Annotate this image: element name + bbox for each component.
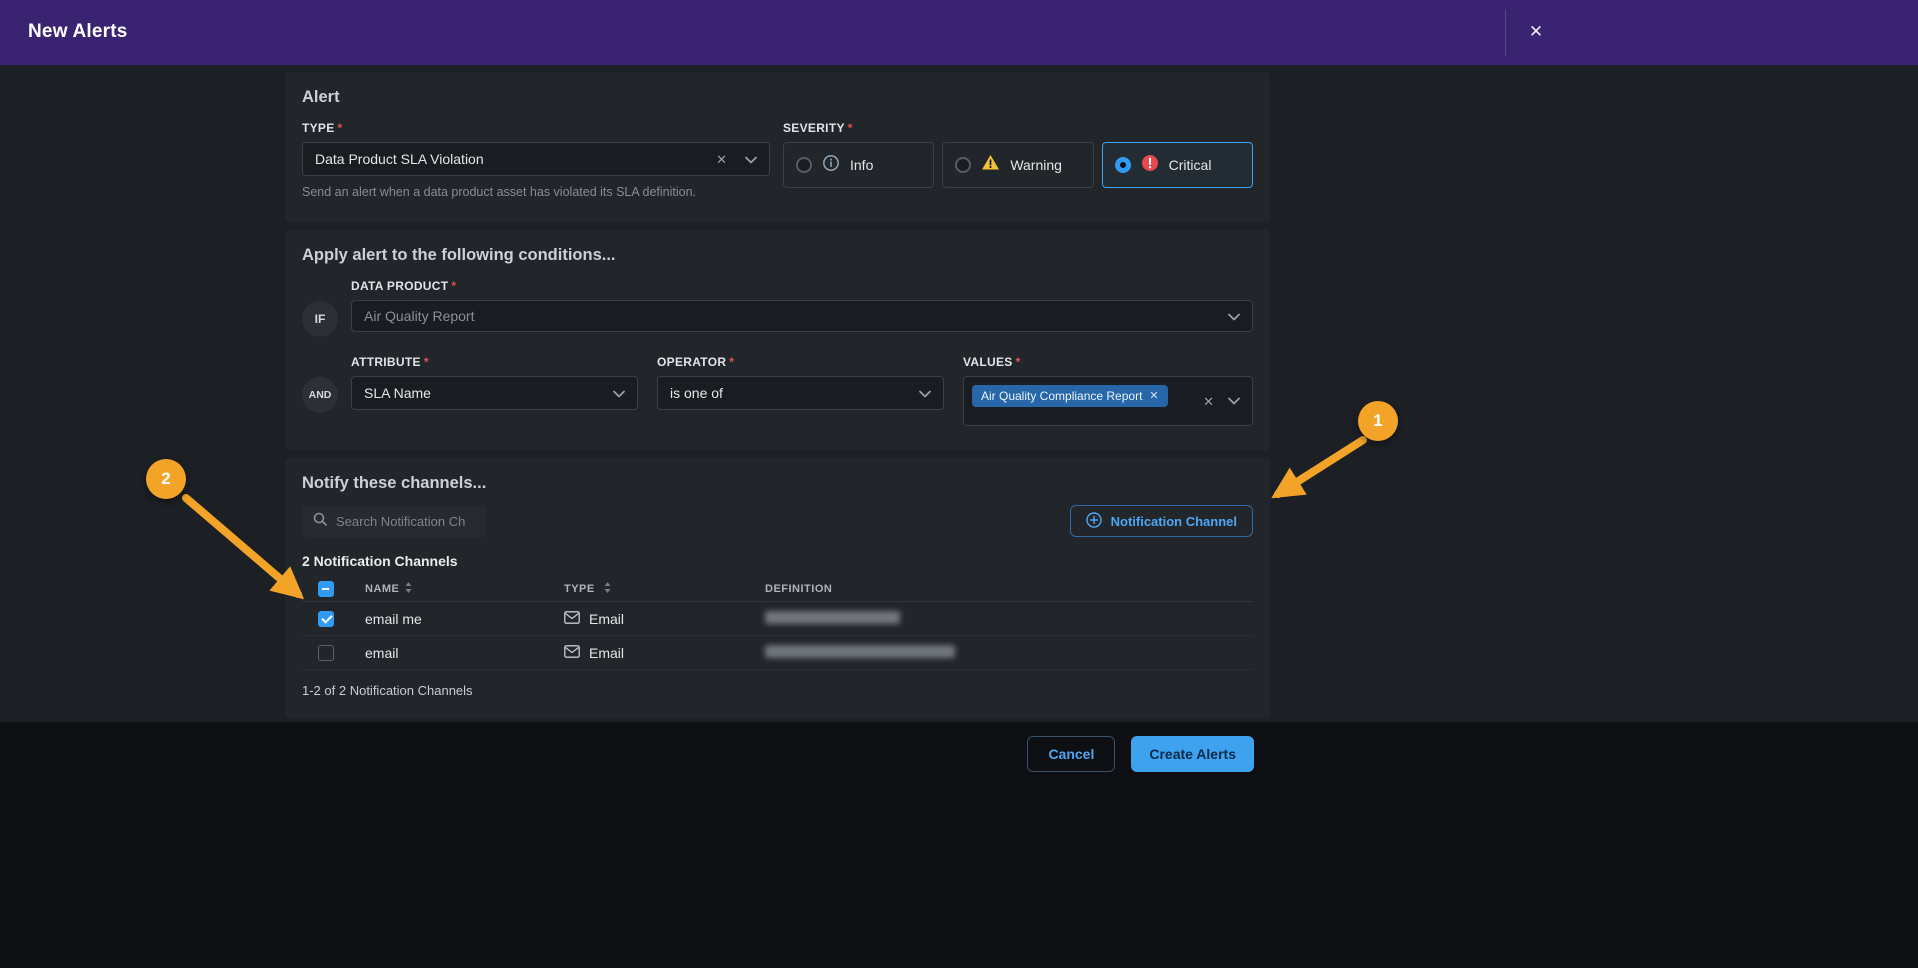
value-chip[interactable]: Air Quality Compliance Report ✕ [972,385,1168,407]
attribute-label: ATTRIBUTE* [351,355,638,369]
column-header-name[interactable]: NAME [365,582,564,596]
select-all-checkbox[interactable] [318,581,334,597]
create-alerts-button[interactable]: Create Alerts [1131,736,1254,772]
required-marker: * [848,121,853,135]
search-icon [313,512,327,531]
sort-icon[interactable] [405,582,412,596]
plus-circle-icon [1086,512,1102,531]
chevron-down-icon[interactable] [745,151,757,167]
modal-title: New Alerts [28,21,128,43]
row-checkbox[interactable] [318,645,334,661]
severity-option-label: Info [850,157,873,173]
email-icon [564,645,580,661]
type-description: Send an alert when a data product asset … [302,185,770,199]
table-row[interactable]: email Email [302,636,1253,670]
severity-label: SEVERITY* [783,121,1253,135]
row-checkbox[interactable] [318,611,334,627]
conditions-section-title: Apply alert to the following conditions.… [302,246,1253,265]
critical-icon [1141,154,1159,177]
severity-option-critical[interactable]: Critical [1102,142,1253,188]
type-label: TYPE* [302,121,770,135]
severity-option-label: Critical [1169,157,1212,173]
column-header-type[interactable]: TYPE [564,582,765,596]
attribute-select[interactable]: SLA Name [351,376,638,410]
alert-type-select[interactable]: Data Product SLA Violation ✕ [302,142,770,176]
chevron-down-icon[interactable] [919,385,931,401]
alert-section-title: Alert [302,88,1253,107]
modal-header: New Alerts ✕ [0,0,1918,65]
sort-icon[interactable] [604,582,611,596]
redacted-definition [765,645,955,658]
severity-option-label: Warning [1010,157,1062,173]
channels-table: NAME TYPE DEFINITION email me Email [302,577,1253,670]
chip-remove-icon[interactable]: ✕ [1149,391,1158,402]
attribute-value: SLA Name [364,385,595,401]
table-row[interactable]: email me Email [302,602,1253,636]
operator-value: is one of [670,385,901,401]
channel-name: email me [365,611,564,627]
radio-unselected[interactable] [796,157,812,173]
header-divider [1505,9,1506,56]
column-header-definition: DEFINITION [765,583,1253,595]
table-header-row: NAME TYPE DEFINITION [302,577,1253,602]
data-product-label: DATA PRODUCT* [351,279,1253,293]
radio-unselected[interactable] [955,157,971,173]
and-badge: AND [302,377,338,413]
channel-name: email [365,645,564,661]
clear-icon[interactable]: ✕ [716,153,727,166]
if-badge: IF [302,301,338,337]
chevron-down-icon[interactable] [1228,308,1240,324]
channel-search[interactable] [302,506,486,537]
operator-select[interactable]: is one of [657,376,944,410]
channels-section: Notify these channels... Notification Ch… [285,458,1270,718]
values-multiselect[interactable]: Air Quality Compliance Report ✕ ✕ [963,376,1253,426]
data-product-value: Air Quality Report [364,308,1210,324]
severity-option-info[interactable]: Info [783,142,934,188]
required-marker: * [451,279,456,293]
required-marker: * [729,355,734,369]
chevron-down-icon[interactable] [613,385,625,401]
radio-selected[interactable] [1115,157,1131,173]
search-input[interactable] [336,514,475,529]
clear-icon[interactable]: ✕ [1203,395,1214,408]
email-icon [564,611,580,627]
channel-type: Email [589,645,624,661]
required-marker: * [1016,355,1021,369]
redacted-definition [765,611,900,624]
channel-count: 2 Notification Channels [302,553,1253,569]
conditions-section: Apply alert to the following conditions.… [285,230,1270,450]
data-product-select[interactable]: Air Quality Report [351,300,1253,332]
cancel-button[interactable]: Cancel [1027,736,1115,772]
modal-footer: Cancel Create Alerts [0,722,1918,968]
warning-icon [981,154,1000,176]
pagination-text: 1-2 of 2 Notification Channels [302,683,1253,698]
chevron-down-icon[interactable] [1228,392,1240,410]
alert-type-value: Data Product SLA Violation [315,151,698,167]
modal-body: Alert TYPE* Data Product SLA Violation ✕… [0,65,1918,722]
values-label: VALUES* [963,355,1253,369]
required-marker: * [338,121,343,135]
operator-label: OPERATOR* [657,355,944,369]
new-alerts-modal: New Alerts ✕ Alert TYPE* Data Product SL… [0,0,1918,968]
add-notification-channel-button[interactable]: Notification Channel [1070,505,1253,537]
alert-section: Alert TYPE* Data Product SLA Violation ✕… [285,72,1270,222]
info-icon [822,154,840,177]
channel-type: Email [589,611,624,627]
channels-section-title: Notify these channels... [302,474,1253,493]
required-marker: * [424,355,429,369]
close-icon[interactable]: ✕ [1520,16,1552,48]
severity-option-warning[interactable]: Warning [942,142,1093,188]
